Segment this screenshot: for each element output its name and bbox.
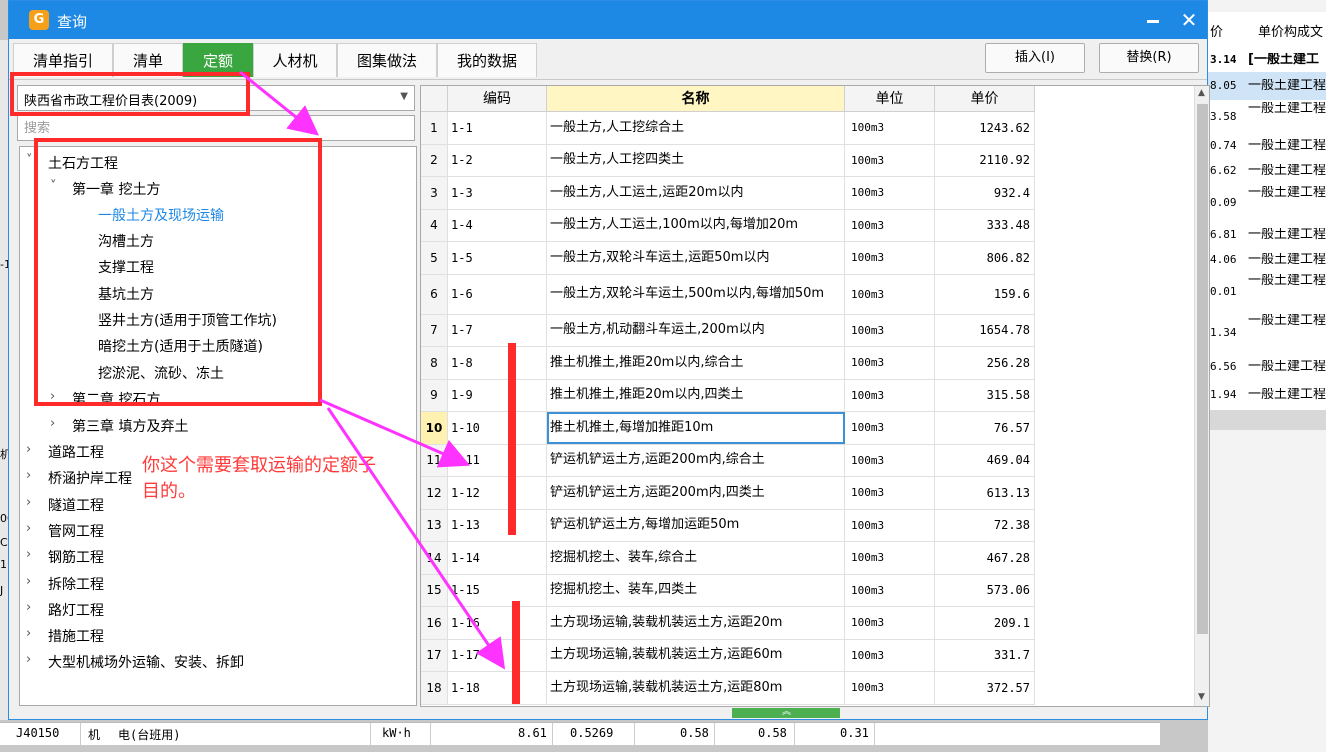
annotation-arrow-to-row-17 [326,407,506,670]
annotation-arrow-to-row-11 [319,398,471,468]
annotation-arrows [239,70,506,670]
annotation-arrow-to-tree [239,70,320,136]
